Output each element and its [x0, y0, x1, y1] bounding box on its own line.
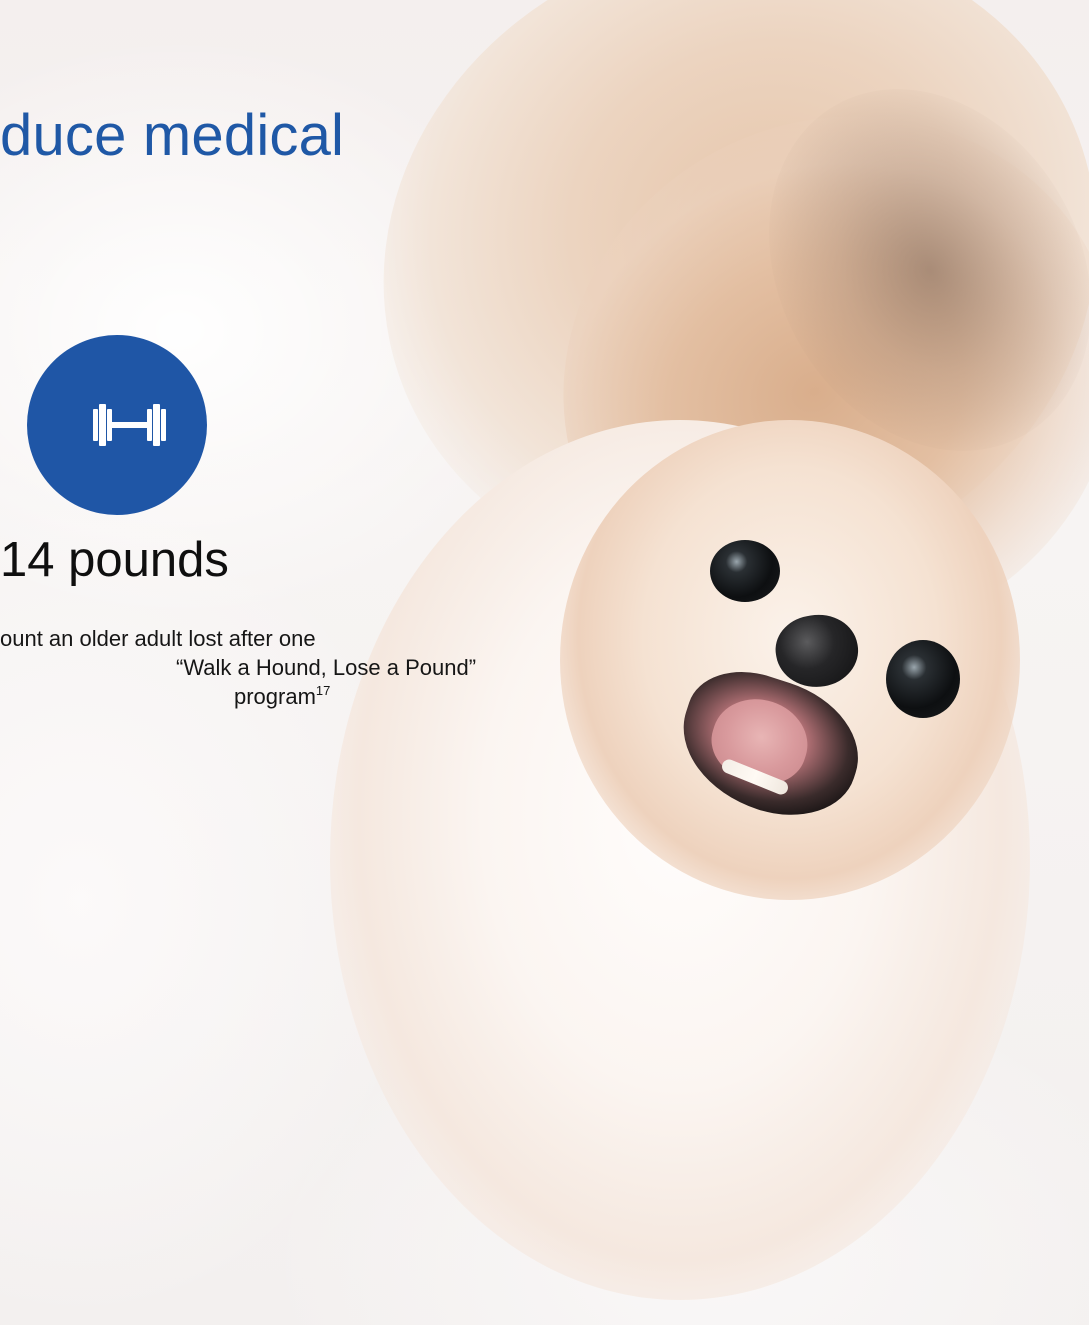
- stat-description-line: program17: [234, 682, 440, 711]
- stat-description-text: program: [234, 684, 316, 709]
- footnote-marker: 17: [315, 683, 331, 698]
- stat-description: ount an older adult lost after one “Walk…: [0, 624, 477, 711]
- dog-eye-left: [710, 540, 780, 602]
- stat-description-line: ount an older adult lost after one: [0, 626, 316, 651]
- stat-icon-badge: [27, 335, 207, 515]
- dog-eye-right: [886, 640, 960, 718]
- stat-value: 14 pounds: [0, 533, 229, 587]
- slide-title: duce medical: [0, 103, 345, 168]
- stat-description-line: “Walk a Hound, Lose a Pound”: [176, 655, 477, 680]
- dumbbell-icon: [93, 404, 166, 446]
